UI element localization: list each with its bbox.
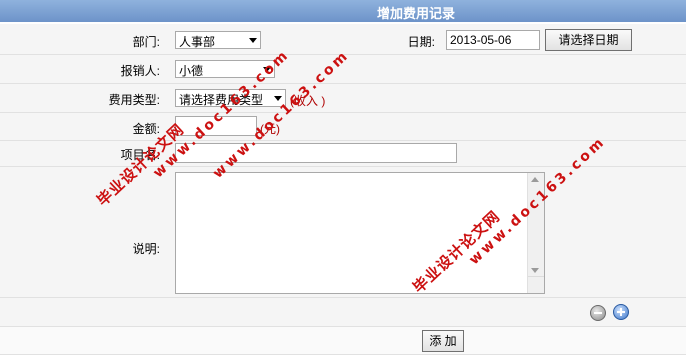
submit-add-button[interactable]: 添 加 — [422, 330, 464, 352]
claimant-value: 小德 — [179, 64, 204, 78]
chevron-down-icon — [274, 96, 282, 101]
remove-row-button[interactable] — [590, 305, 606, 321]
department-select[interactable]: 人事部 — [175, 31, 261, 49]
amount-label: 金额: — [132, 122, 160, 136]
date-value: 2013-05-06 — [450, 33, 512, 47]
date-field[interactable]: 2013-05-06 — [446, 30, 540, 50]
add-row-button[interactable] — [613, 304, 629, 320]
project-name-field[interactable] — [175, 143, 457, 163]
fee-type-label: 费用类型: — [108, 93, 160, 107]
resize-grip[interactable] — [528, 276, 544, 293]
department-label: 部门: — [132, 35, 160, 49]
minus-icon — [594, 312, 602, 314]
scroll-down-icon[interactable] — [531, 268, 539, 273]
description-label: 说明: — [132, 242, 160, 256]
date-label: 日期: — [407, 35, 435, 49]
row-add-remove — [0, 298, 686, 327]
claimant-label: 报销人: — [120, 64, 160, 78]
choose-date-button[interactable]: 请选择日期 — [545, 29, 632, 51]
form-title-bar: 增加费用记录 — [0, 0, 686, 22]
department-value: 人事部 — [179, 35, 216, 49]
row-submit — [0, 327, 686, 355]
form-title: 增加费用记录 — [377, 6, 456, 21]
